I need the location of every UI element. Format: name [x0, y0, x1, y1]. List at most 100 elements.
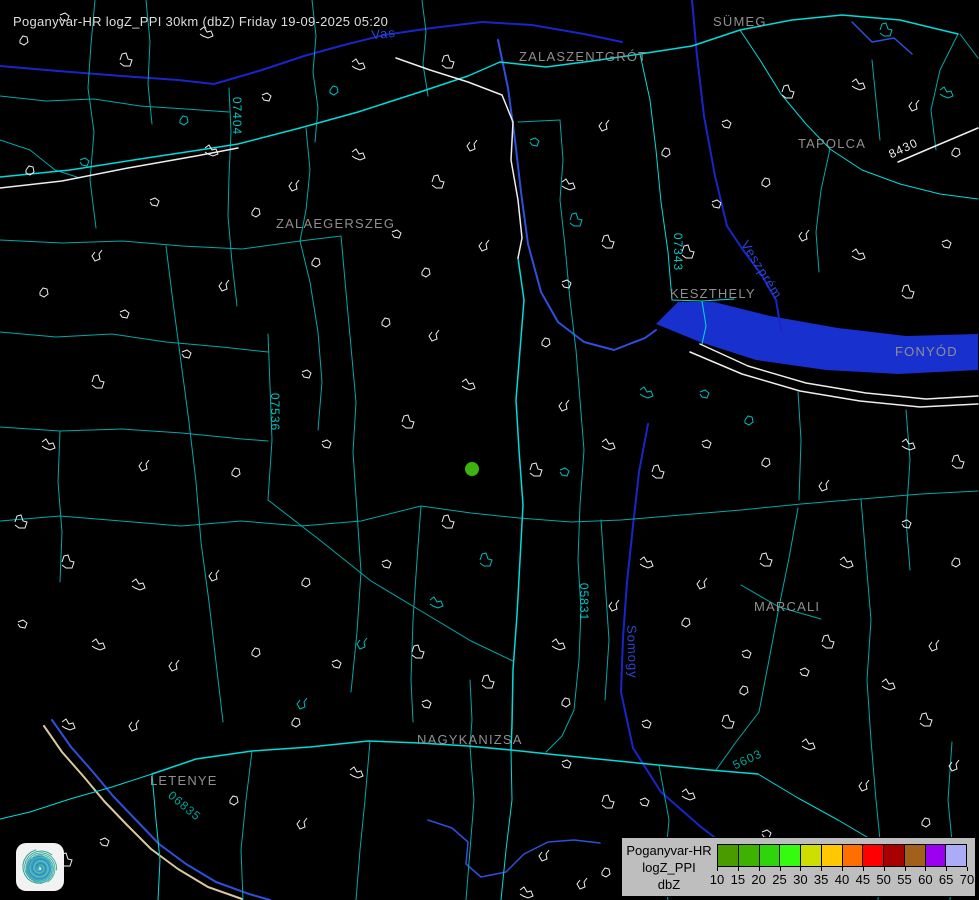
- settlement-glyph: [402, 415, 414, 428]
- settlement-glyph: [942, 240, 951, 248]
- road-path: [88, 0, 96, 228]
- settlement-glyph: [762, 178, 770, 187]
- legend-color-cell: [779, 844, 801, 867]
- settlement-glyph: [412, 645, 424, 658]
- settlement-glyph: [92, 250, 102, 261]
- legend-tick: [884, 867, 885, 871]
- settlement-glyph: [909, 100, 919, 111]
- legend-tick: [800, 867, 801, 871]
- dbz-color-scale-legend: Poganyvar-HR logZ_PPI dbZ 10152025303540…: [621, 837, 976, 897]
- city-label: MARCALI: [754, 599, 820, 614]
- city-label: ZALAEGERSZEG: [276, 216, 395, 231]
- road-number-label: 5603: [730, 747, 764, 773]
- road-path: [560, 120, 584, 710]
- settlement-glyph: [262, 93, 271, 101]
- settlement-glyph: [252, 648, 260, 657]
- road-path: [0, 96, 229, 112]
- settlement-glyph: [422, 268, 430, 277]
- road-path: [546, 710, 574, 752]
- settlement-glyph: [852, 79, 865, 90]
- city-label: NAGYKANIZSA: [417, 732, 523, 747]
- legend-tick: [946, 867, 947, 871]
- road-number-label: 8430: [886, 136, 920, 162]
- legend-tick: [967, 867, 968, 871]
- settlement-glyph: [442, 515, 454, 528]
- settlement-glyph: [562, 179, 575, 190]
- settlement-glyph: [852, 249, 865, 260]
- road-path: [241, 751, 252, 900]
- legend-color-cell: [738, 844, 760, 867]
- settlement-glyph: [100, 838, 109, 846]
- settlement-glyph: [740, 686, 748, 695]
- legend-tick-label: 45: [856, 872, 870, 887]
- settlement-glyph: [640, 798, 649, 806]
- settlement-glyph: [722, 715, 734, 728]
- road-path: [422, 0, 428, 96]
- road-number-label: 07343: [671, 233, 685, 271]
- settlement-glyph: [480, 553, 492, 566]
- settlement-glyph: [940, 87, 953, 98]
- settlement-glyph: [539, 850, 549, 861]
- legend-tick: [842, 867, 843, 871]
- settlement-glyph: [822, 635, 834, 648]
- white-path: [396, 58, 522, 258]
- road-number-label: 07536: [268, 393, 282, 431]
- city-label: SÜMEG: [713, 14, 767, 29]
- legend-color-cell: [759, 844, 781, 867]
- road-path: [872, 60, 880, 140]
- settlement-glyph: [742, 650, 751, 658]
- road-path: [960, 34, 978, 58]
- settlement-glyph: [92, 375, 104, 388]
- road-path: [816, 149, 830, 272]
- settlement-glyph: [652, 465, 664, 478]
- settlement-glyph: [357, 638, 367, 649]
- settlement-glyph: [559, 400, 569, 411]
- settlement-glyph: [352, 59, 365, 70]
- settlement-glyph: [800, 668, 809, 676]
- settlement-glyph: [479, 240, 489, 251]
- legend-axis: 10152025303540455055606570: [717, 867, 967, 889]
- legend-tick-label: 70: [960, 872, 974, 887]
- settlement-glyph: [139, 460, 149, 471]
- road-path: [861, 499, 871, 740]
- settlement-glyph: [722, 120, 731, 128]
- settlement-glyph: [302, 370, 311, 378]
- road-number-label: 07404: [230, 97, 244, 135]
- road-path: [268, 500, 513, 661]
- road-path: [196, 482, 223, 722]
- settlement-glyph: [232, 468, 240, 477]
- settlement-glyph: [880, 23, 892, 36]
- settlement-glyph: [302, 578, 310, 587]
- settlement-glyph: [182, 350, 191, 358]
- road_major-path: [758, 774, 872, 840]
- settlement-glyph: [80, 158, 89, 166]
- road-path: [166, 246, 196, 482]
- settlement-glyph: [602, 439, 615, 450]
- settlement-glyph: [462, 379, 475, 390]
- road-path: [519, 491, 978, 522]
- road-path: [601, 520, 609, 700]
- legend-color-cell: [925, 844, 947, 867]
- settlement-glyph: [297, 818, 307, 829]
- settlement-glyph: [429, 330, 439, 341]
- road-path: [466, 746, 474, 900]
- settlement-glyph: [782, 85, 794, 98]
- settlement-glyph: [712, 200, 721, 208]
- settlement-glyph: [62, 719, 75, 730]
- legend-unit-label: dbZ: [622, 876, 716, 893]
- settlement-glyph: [552, 639, 565, 650]
- settlement-glyph: [682, 789, 695, 800]
- settlement-glyph: [697, 578, 707, 589]
- legend-scale: 10152025303540455055606570: [717, 844, 967, 889]
- road-path: [0, 427, 268, 441]
- legend-color-cells: [717, 844, 967, 867]
- settlement-glyph: [289, 180, 299, 191]
- settlement-glyph: [700, 390, 709, 398]
- legend-radar-name: Poganyvar-HR: [622, 842, 716, 859]
- road_major-path: [511, 258, 524, 750]
- city-label: ZALASZENTGRÓT: [519, 49, 647, 64]
- legend-tick-label: 25: [772, 872, 786, 887]
- settlement-glyph: [467, 140, 477, 151]
- legend-tick-label: 55: [897, 872, 911, 887]
- road-path: [356, 741, 370, 900]
